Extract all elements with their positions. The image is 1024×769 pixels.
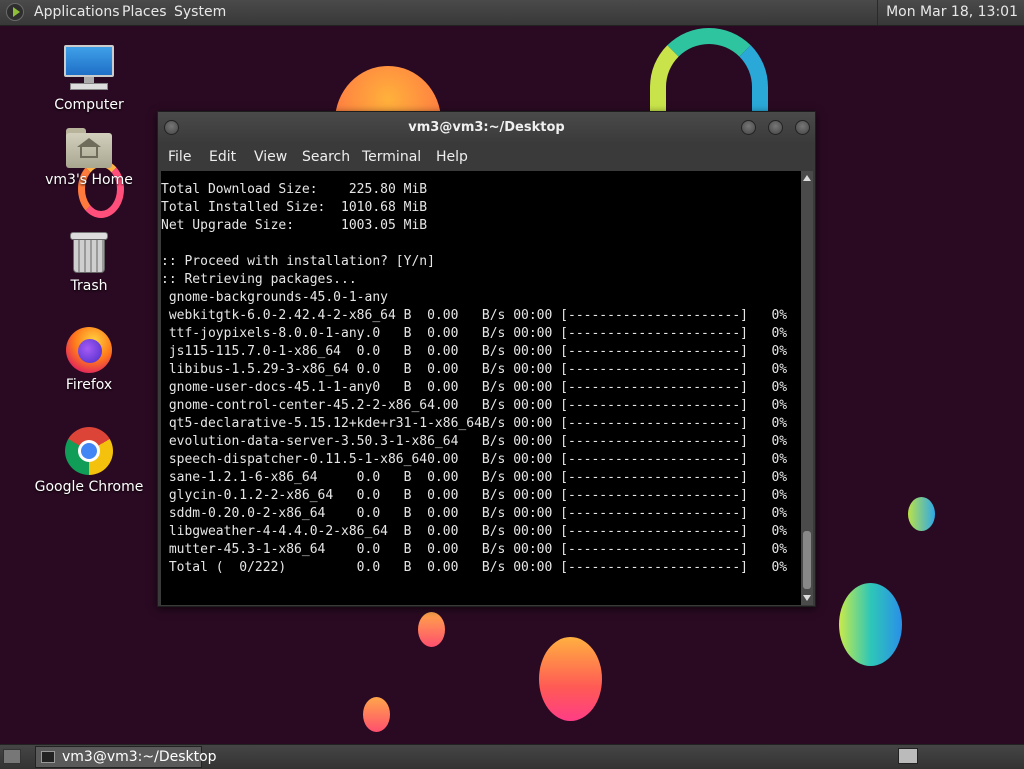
taskbar-terminal-button[interactable]: vm3@vm3:~/Desktop	[35, 746, 217, 768]
firefox-icon	[66, 327, 112, 373]
terminal-line: libibus-1.5.29-3-x86_64 0.0 B 0.00 B/s 0…	[161, 362, 788, 377]
wallpaper-blob	[363, 697, 390, 732]
applications-menu[interactable]: Applications	[34, 0, 120, 25]
menu-edit[interactable]: Edit	[204, 144, 241, 170]
minimize-button[interactable]	[741, 120, 756, 135]
desktop-icon-label: Trash	[70, 278, 108, 294]
chrome-icon	[65, 427, 113, 475]
maximize-button[interactable]	[768, 120, 783, 135]
terminal-line: Total Download Size: 225.80 MiB	[161, 182, 428, 197]
terminal-line: Net Upgrade Size: 1003.05 MiB	[161, 218, 428, 233]
terminal-line: js115-115.7.0-1-x86_64 0.0 B 0.00 B/s 00…	[161, 344, 788, 359]
window-titlebar[interactable]: vm3@vm3:~/Desktop	[158, 112, 815, 144]
desktop-icon-trash[interactable]: Trash	[34, 230, 144, 294]
desktop-icon-label: vm3's Home	[45, 172, 133, 188]
trash-icon	[70, 230, 108, 274]
places-menu[interactable]: Places	[122, 0, 167, 25]
menu-file[interactable]: File	[163, 144, 196, 170]
menu-terminal[interactable]: Terminal	[357, 144, 426, 170]
terminal-line: Total ( 0/222) 0.0 B 0.00 B/s 00:00 [---…	[161, 560, 788, 575]
system-menu[interactable]: System	[174, 0, 226, 25]
terminal-scrollbar[interactable]	[801, 171, 813, 605]
top-panel: Applications Places System Mon Mar 18, 1…	[0, 0, 1024, 26]
terminal-line: speech-dispatcher-0.11.5-1-x86_640.00 B/…	[161, 452, 788, 467]
terminal-line: mutter-45.3-1-x86_64 0.0 B 0.00 B/s 00:0…	[161, 542, 788, 557]
desktop-icon-label: Firefox	[65, 377, 113, 393]
terminal-line: sane-1.2.1-6-x86_64 0.0 B 0.00 B/s 00:00…	[161, 470, 788, 485]
scrollbar-thumb[interactable]	[803, 531, 811, 589]
desktop-icon-computer[interactable]: Computer	[34, 45, 144, 113]
terminal-output: Total Download Size: 225.80 MiB Total Ins…	[161, 171, 801, 577]
terminal-menubar: File Edit View Search Terminal Help	[158, 144, 815, 171]
scroll-down-arrow-icon[interactable]	[803, 595, 811, 601]
workspace-switcher[interactable]	[898, 748, 918, 764]
wallpaper-blob	[539, 637, 602, 721]
desktop-icon-home[interactable]: vm3's Home	[34, 128, 144, 188]
terminal-output-area[interactable]: Total Download Size: 225.80 MiB Total Ins…	[161, 171, 801, 605]
menu-view[interactable]: View	[249, 144, 292, 170]
show-desktop-icon[interactable]	[3, 749, 21, 764]
terminal-line: libgweather-4-4.4.0-2-x86_64 B 0.00 B/s …	[161, 524, 788, 539]
desktop-icon-firefox[interactable]: Firefox	[34, 327, 144, 393]
wallpaper-blob	[839, 583, 902, 666]
close-button[interactable]	[795, 120, 810, 135]
wallpaper-blob	[418, 612, 445, 647]
clock[interactable]: Mon Mar 18, 13:01	[877, 0, 1024, 25]
desktop-icon-label: Computer	[54, 97, 124, 113]
terminal-line: :: Retrieving packages...	[161, 272, 357, 287]
desktop-icon-chrome[interactable]: Google Chrome	[34, 427, 144, 495]
wallpaper-blob	[908, 497, 935, 531]
terminal-line: :: Proceed with installation? [Y/n]	[161, 254, 435, 269]
terminal-line: gnome-control-center-45.2-2-x86_64.00 B/…	[161, 398, 788, 413]
terminal-line: glycin-0.1.2-2-x86_64 0.0 B 0.00 B/s 00:…	[161, 488, 788, 503]
bottom-panel: vm3@vm3:~/Desktop	[0, 744, 1024, 769]
terminal-line: qt5-declarative-5.15.12+kde+r31-1-x86_64…	[161, 416, 788, 431]
menu-search[interactable]: Search	[297, 144, 355, 170]
taskbar-terminal-label: vm3@vm3:~/Desktop	[62, 749, 217, 765]
terminal-line: Total Installed Size: 1010.68 MiB	[161, 200, 428, 215]
window-title: vm3@vm3:~/Desktop	[408, 120, 565, 135]
terminal-line: sddm-0.20.0-2-x86_64 0.0 B 0.00 B/s 00:0…	[161, 506, 788, 521]
terminal-line: gnome-backgrounds-45.0-1-any	[161, 290, 388, 305]
terminal-line: evolution-data-server-3.50.3-1-x86_64 B/…	[161, 434, 788, 449]
terminal-line: ttf-joypixels-8.0.0-1-any.0 B 0.00 B/s 0…	[161, 326, 788, 341]
terminal-line: webkitgtk-6.0-2.42.4-2-x86_64 B 0.00 B/s…	[161, 308, 788, 323]
desktop-icon-label: Google Chrome	[34, 479, 144, 495]
home-folder-icon	[66, 128, 112, 168]
terminal-line: gnome-user-docs-45.1-1-any0 B 0.00 B/s 0…	[161, 380, 788, 395]
applications-icon[interactable]	[6, 3, 24, 21]
terminal-icon	[41, 751, 55, 763]
window-menu-button[interactable]	[164, 120, 179, 135]
menu-help[interactable]: Help	[431, 144, 473, 170]
computer-icon	[64, 45, 114, 93]
terminal-window[interactable]: vm3@vm3:~/Desktop File Edit View Search …	[157, 111, 816, 607]
scroll-up-arrow-icon[interactable]	[803, 175, 811, 181]
